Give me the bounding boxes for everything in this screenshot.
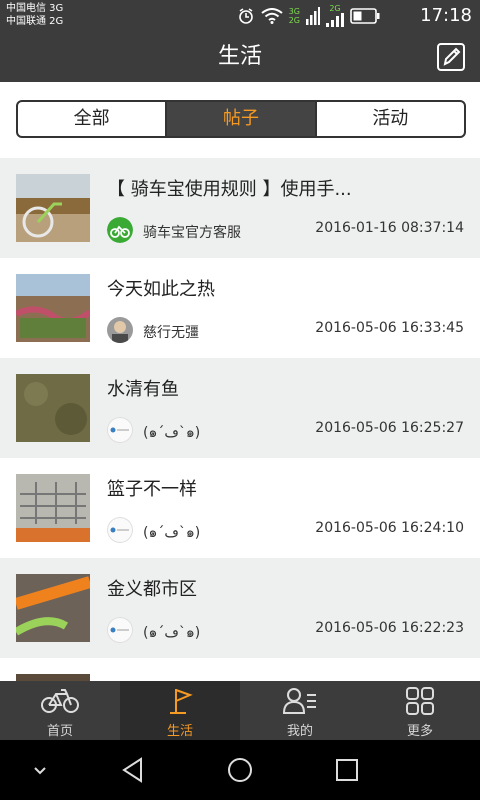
recents-icon[interactable] xyxy=(331,754,363,786)
post-thumbnail xyxy=(16,174,90,242)
post-thumbnail xyxy=(16,374,90,442)
post-author: (๑´ڡ`๑) xyxy=(143,625,201,641)
post-title: 金义都市区 xyxy=(107,579,197,600)
nav-more[interactable]: 更多 xyxy=(360,681,480,740)
post-time: 2016-05-06 16:24:10 xyxy=(315,520,464,536)
status-icons: 3G 2G 2G xyxy=(237,5,380,27)
list-item[interactable]: 【 骑车宝使用规则 】使用手... 骑车宝官方客服 2016-01-16 08:… xyxy=(0,158,480,258)
signal-icon xyxy=(306,7,320,25)
flag-icon xyxy=(170,689,193,714)
tab-all[interactable]: 全部 xyxy=(18,102,165,136)
home-icon[interactable] xyxy=(224,754,256,786)
post-title: 今天如此之热 xyxy=(107,279,215,300)
post-author: (๑´ڡ`๑) xyxy=(143,525,201,541)
back-icon[interactable] xyxy=(117,754,149,786)
network-2g: 2G xyxy=(288,16,300,25)
nav-life-label: 生活 xyxy=(166,724,193,739)
nav-mine-label: 我的 xyxy=(286,724,313,739)
nav-home-label: 首页 xyxy=(46,724,73,739)
post-author: (๑´ڡ`๑) xyxy=(143,425,201,441)
post-time: 2016-01-16 08:37:14 xyxy=(315,220,464,236)
post-author: 慈行无彊 xyxy=(143,325,199,341)
post-title: 篮子不一样 xyxy=(107,479,197,500)
profile-icon xyxy=(282,688,316,714)
edit-icon[interactable] xyxy=(436,42,466,72)
signal-2-group: 2G xyxy=(326,5,344,27)
signal-2-icon xyxy=(326,13,344,27)
list-item[interactable]: 水清有鱼 (๑´ڡ`๑) 2016-05-06 16:25:27 xyxy=(0,358,480,458)
nav-mine[interactable]: 我的 xyxy=(240,681,360,740)
post-time: 2016-05-06 16:22:23 xyxy=(315,620,464,636)
nav-life[interactable]: 生活 xyxy=(120,681,240,740)
post-list: 【 骑车宝使用规则 】使用手... 骑车宝官方客服 2016-01-16 08:… xyxy=(0,158,480,758)
wifi-icon xyxy=(261,8,283,24)
title-bar: 生活 xyxy=(0,32,480,82)
post-title: 【 骑车宝使用规则 】使用手... xyxy=(107,179,352,200)
segment-tabs: 全部 帖子 活动 xyxy=(16,100,466,138)
post-thumbnail xyxy=(16,474,90,542)
network-3g: 3G xyxy=(288,7,300,16)
chevron-down-icon[interactable] xyxy=(24,754,56,786)
clock: 17:18 xyxy=(420,5,472,26)
network-2g-label: 2G xyxy=(329,4,341,13)
post-thumbnail xyxy=(16,274,90,342)
list-item[interactable]: 篮子不一样 (๑´ڡ`๑) 2016-05-06 16:24:10 xyxy=(0,458,480,558)
post-thumbnail xyxy=(16,574,90,642)
list-item[interactable]: 金义都市区 (๑´ڡ`๑) 2016-05-06 16:22:23 xyxy=(0,558,480,658)
post-title: 水清有鱼 xyxy=(107,379,179,400)
alarm-icon xyxy=(238,8,253,24)
carrier-1: 中国电信 3G xyxy=(6,3,64,14)
post-time: 2016-05-06 16:25:27 xyxy=(315,420,464,436)
avatar xyxy=(107,517,133,543)
network-type: 3G 2G xyxy=(289,7,300,25)
bottom-nav: 首页 生活 我的 更多 xyxy=(0,681,480,740)
nav-more-label: 更多 xyxy=(406,724,433,739)
status-bar: 中国电信 3G 中国联通 2G 3G 2G 2G 17:18 xyxy=(0,0,480,32)
battery-icon xyxy=(350,8,380,24)
page-title: 生活 xyxy=(217,44,262,69)
bicycle-icon xyxy=(41,689,79,713)
avatar xyxy=(107,417,133,443)
avatar xyxy=(107,617,133,643)
tab-posts[interactable]: 帖子 xyxy=(165,102,315,136)
nav-home[interactable]: 首页 xyxy=(0,681,120,740)
post-author: 骑车宝官方客服 xyxy=(143,225,241,241)
post-time: 2016-05-06 16:33:45 xyxy=(315,320,464,336)
grid-icon xyxy=(406,687,434,715)
system-nav-bar xyxy=(0,740,480,800)
list-item[interactable]: 今天如此之热 慈行无彊 2016-05-06 16:33:45 xyxy=(0,258,480,358)
carrier-2: 中国联通 2G xyxy=(6,16,64,27)
avatar xyxy=(107,217,133,243)
tab-events[interactable]: 活动 xyxy=(314,102,464,136)
avatar xyxy=(107,317,133,343)
